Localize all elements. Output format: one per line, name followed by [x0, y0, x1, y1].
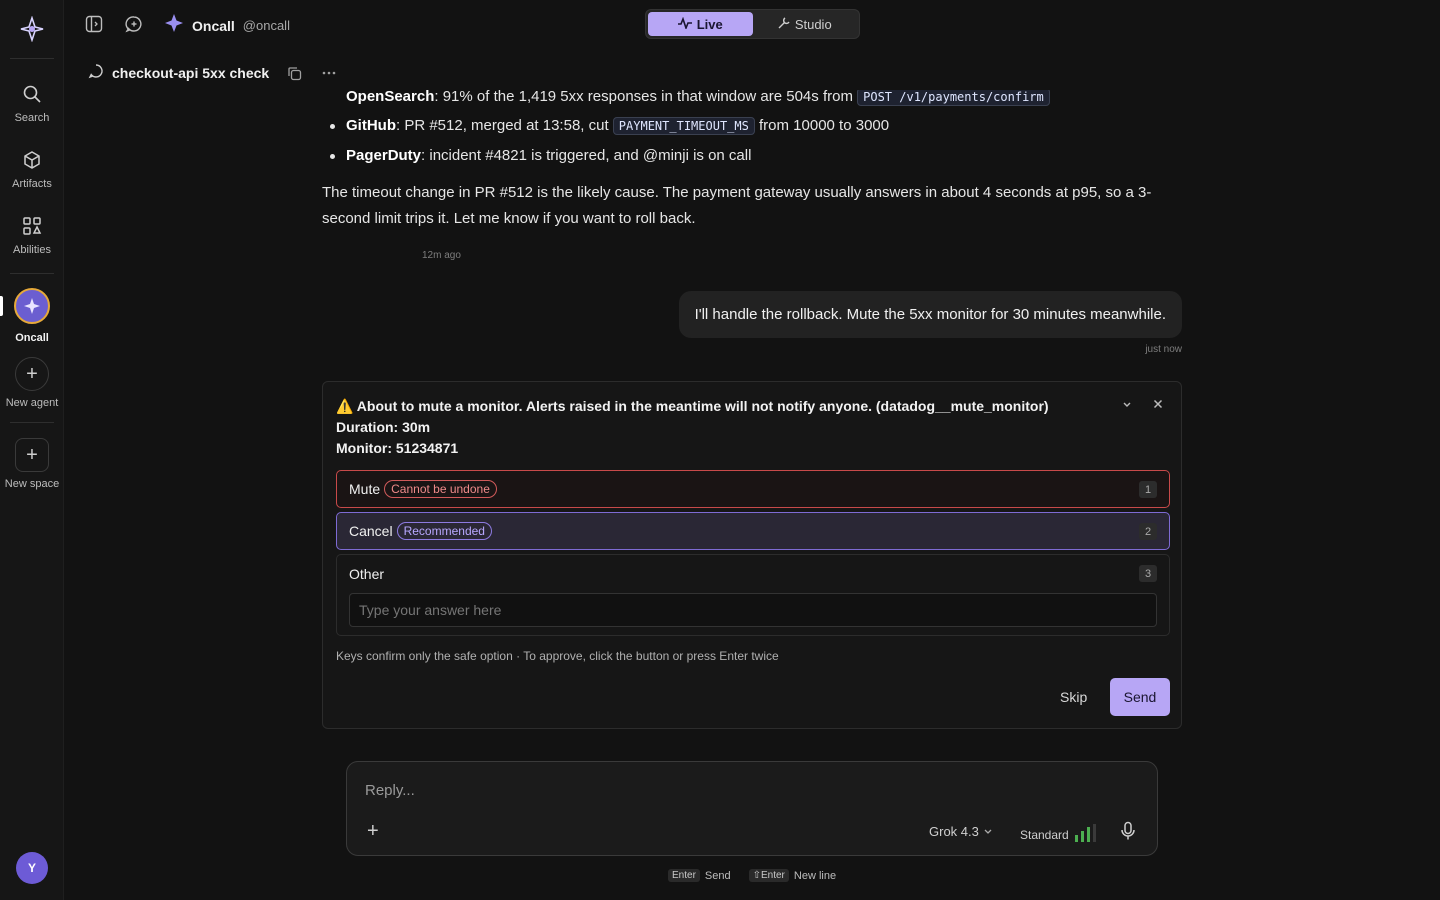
option-label: Other	[349, 566, 385, 582]
bullet-text: : incident #4821 is triggered, and @minj…	[421, 147, 752, 164]
approval-warning: ⚠️ About to mute a monitor. Alerts raise…	[336, 398, 1049, 414]
chevron-down-icon	[983, 824, 993, 839]
mode-studio-button[interactable]: Studio	[753, 12, 858, 36]
inline-code: PAYMENT_TIMEOUT_MS	[612, 117, 755, 135]
reply-input[interactable]: Reply...	[365, 782, 415, 799]
model-name: Grok 4.3	[929, 824, 979, 839]
collapse-icon[interactable]	[1121, 397, 1133, 413]
microphone-icon[interactable]	[1120, 821, 1136, 846]
agent-star-icon	[164, 13, 184, 38]
wrench-icon	[778, 16, 790, 32]
list-item: PagerDuty: incident #4821 is triggered, …	[322, 141, 1182, 170]
key-badge: Enter	[668, 869, 700, 882]
bullet-text: from 10000 to 3000	[754, 117, 890, 134]
rail-item-oncall[interactable]: Oncall	[0, 288, 64, 344]
grid-icon	[0, 214, 64, 238]
pulse-icon	[677, 16, 692, 32]
rail-item-label: New agent	[5, 397, 59, 409]
cube-icon	[0, 148, 64, 172]
left-rail: Search Artifacts Abilities Oncall + New …	[0, 0, 64, 900]
list-item: OpenSearch: 91% of the 1,419 5xx respons…	[322, 90, 1050, 108]
user-message-bubble: I'll handle the rollback. Mute the 5xx m…	[678, 291, 1182, 338]
rail-item-label: New space	[4, 478, 60, 490]
rail-divider	[10, 422, 54, 423]
agent-avatar	[14, 288, 50, 324]
rail-item-label: Artifacts	[12, 178, 52, 190]
key-badge: ⇧Enter	[748, 869, 789, 882]
send-button[interactable]: Send	[1110, 678, 1170, 716]
thread-title: checkout-api 5xx check	[112, 65, 270, 81]
mode-toggle: Live Studio	[645, 9, 860, 39]
search-icon	[0, 82, 64, 106]
option-cancel[interactable]: Cancel Recommended 2	[336, 512, 1170, 550]
source-name: GitHub	[346, 117, 396, 134]
thread-header: checkout-api 5xx check	[88, 62, 336, 84]
rail-divider	[10, 273, 54, 274]
rail-item-new-agent[interactable]: + New agent	[0, 357, 64, 409]
effort-label: Standard	[1020, 827, 1069, 842]
signal-bars-icon	[1074, 824, 1097, 845]
mode-live-label: Live	[696, 16, 723, 32]
approval-header: ⚠️ About to mute a monitor. Alerts raise…	[336, 396, 1049, 459]
danger-badge: Cannot be undone	[384, 480, 497, 498]
rail-item-artifacts[interactable]: Artifacts	[0, 148, 64, 190]
attach-plus-icon[interactable]: +	[367, 820, 379, 843]
source-name: OpenSearch	[346, 90, 435, 105]
bullet-text: : PR #512, merged at 13:58, cut	[396, 117, 613, 134]
agent-name: Oncall	[192, 17, 235, 34]
list-item: GitHub: PR #512, merged at 13:58, cut PA…	[322, 111, 1182, 141]
rail-item-search[interactable]: Search	[0, 82, 64, 124]
more-options-icon[interactable]	[322, 71, 336, 75]
keyboard-hints: Enter Send ⇧Enter New line	[668, 869, 836, 882]
effort-selector[interactable]: Standard	[1020, 824, 1097, 845]
rail-item-new-space[interactable]: + New space	[0, 438, 64, 490]
hint-label: New line	[793, 869, 837, 882]
reply-composer: Reply... + Grok 4.3 Standard	[346, 761, 1158, 856]
copy-icon[interactable]	[287, 66, 302, 81]
mode-live-button[interactable]: Live	[648, 12, 753, 36]
option-mute[interactable]: Mute Cannot be undone 1	[336, 470, 1170, 508]
rail-item-label: Search	[14, 112, 50, 124]
agent-handle: @oncall	[242, 18, 290, 33]
option-label: Mute	[349, 481, 381, 497]
other-answer-input[interactable]	[349, 593, 1157, 627]
source-name: PagerDuty	[346, 147, 422, 164]
rail-item-abilities[interactable]: Abilities	[0, 214, 64, 256]
assistant-paragraph: The timeout change in PR #512 is the lik…	[322, 184, 1152, 227]
shortcut-key: 1	[1139, 481, 1157, 498]
scroll-clip: OpenSearch: 91% of the 1,419 5xx respons…	[322, 90, 1182, 108]
message-timestamp: just now	[1145, 344, 1182, 355]
approval-note: Keys confirm only the safe option · To a…	[336, 649, 779, 663]
agent-header[interactable]: Oncall @oncall	[164, 13, 290, 38]
shortcut-key: 3	[1139, 565, 1157, 582]
tool-approval-card: ⚠️ About to mute a monitor. Alerts raise…	[322, 381, 1182, 729]
inline-code: POST /v1/payments/confirm	[857, 90, 1050, 106]
shortcut-key: 2	[1139, 523, 1157, 540]
approval-monitor: Monitor: 51234871	[336, 440, 459, 456]
close-icon[interactable]	[1152, 397, 1164, 413]
assistant-bullet-list: GitHub: PR #512, merged at 13:58, cut PA…	[322, 111, 1182, 170]
bullet-text: : 91% of the 1,419 5xx responses in that…	[434, 90, 858, 105]
approval-duration: Duration: 30m	[336, 419, 431, 435]
rail-item-label: Abilities	[13, 244, 51, 256]
rail-divider	[10, 58, 54, 59]
recommended-badge: Recommended	[396, 522, 492, 540]
rail-item-label: Oncall	[15, 332, 49, 344]
user-avatar[interactable]: Y	[16, 852, 48, 884]
mode-studio-label: Studio	[794, 16, 832, 32]
new-chat-icon[interactable]	[124, 14, 144, 34]
model-selector[interactable]: Grok 4.3	[929, 824, 993, 839]
option-label: Cancel	[349, 523, 393, 539]
plus-icon: +	[15, 438, 49, 472]
skip-button[interactable]: Skip	[1060, 689, 1087, 705]
hint-label: Send	[704, 869, 731, 882]
message-timestamp: 12m ago	[422, 250, 461, 261]
chat-bubble-icon	[88, 63, 104, 84]
plus-icon: +	[15, 357, 49, 391]
option-other[interactable]: Other 3	[336, 554, 1170, 636]
sidebar-toggle-icon[interactable]	[84, 14, 104, 34]
app-logo-icon[interactable]	[19, 15, 45, 43]
